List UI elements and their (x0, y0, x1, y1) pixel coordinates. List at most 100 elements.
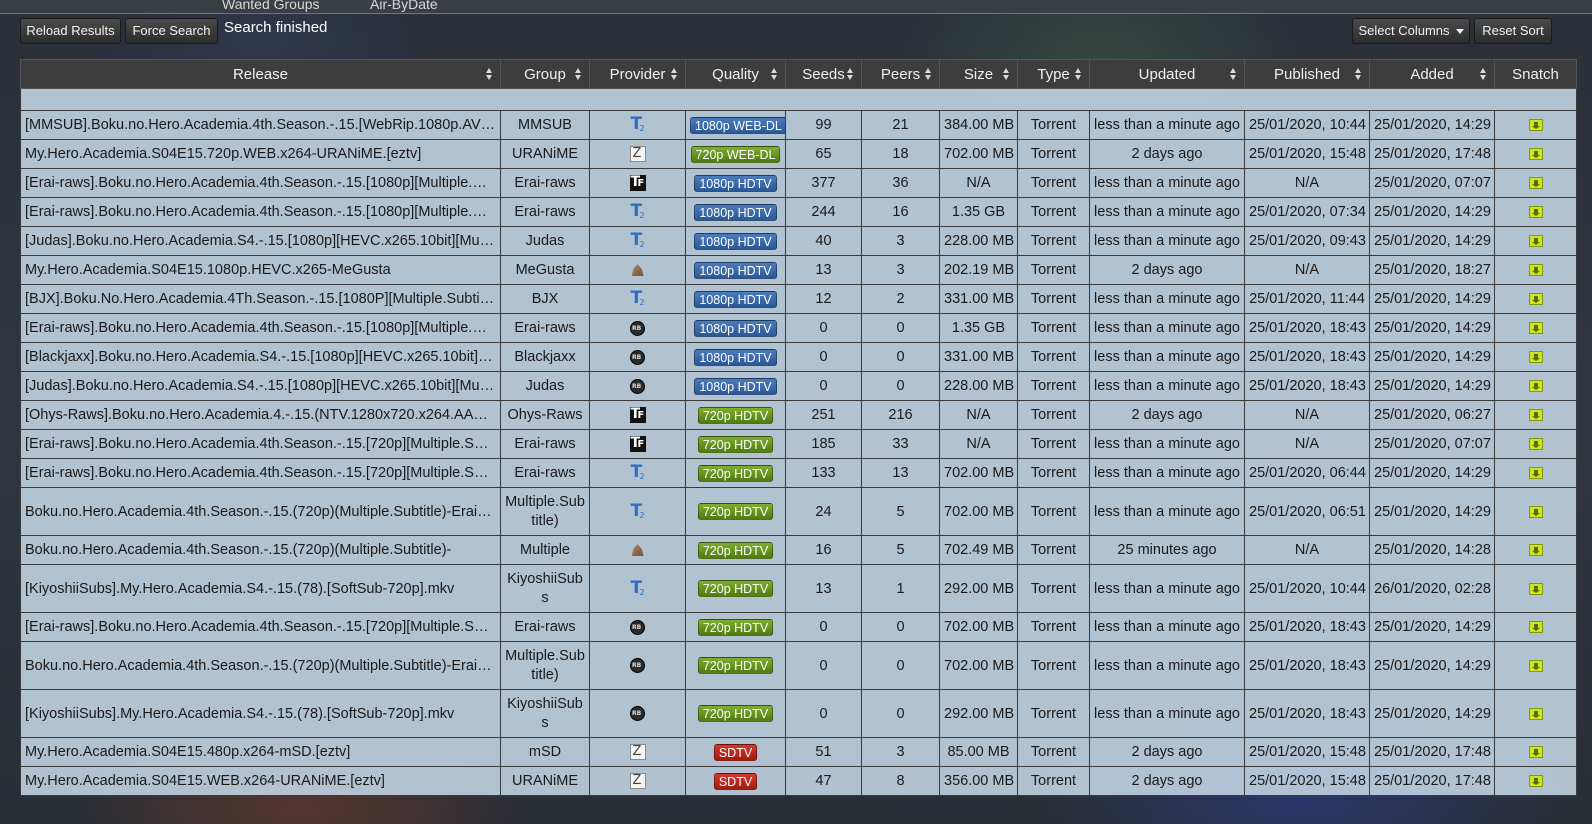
download-icon[interactable] (1528, 438, 1543, 451)
download-icon[interactable] (1528, 380, 1543, 393)
download-icon[interactable] (1528, 148, 1543, 161)
column-header-size[interactable]: Size (939, 59, 1018, 89)
download-icon[interactable] (1528, 235, 1543, 248)
quality-badge: 720p HDTV (697, 705, 774, 722)
download-icon[interactable] (1528, 707, 1543, 720)
size-cell: 331.00 MB (939, 284, 1018, 314)
release-name-link[interactable]: [Erai-raws].Boku.no.Hero.Academia.4th.Se… (20, 429, 501, 459)
release-name-link[interactable]: Boku.no.Hero.Academia.4th.Season.-.15.(7… (20, 641, 501, 690)
column-header-updated[interactable]: Updated (1089, 59, 1245, 89)
download-icon[interactable] (1528, 293, 1543, 306)
release-name-link[interactable]: My.Hero.Academia.S04E15.720p.WEB.x264-UR… (20, 139, 501, 169)
release-name-link[interactable]: My.Hero.Academia.S04E15.WEB.x264-URANiME… (20, 766, 501, 796)
download-icon[interactable] (1528, 351, 1543, 364)
nyaa-provider-icon (630, 114, 646, 134)
updated-cell: less than a minute ago (1089, 313, 1245, 343)
size-cell: 702.00 MB (939, 641, 1018, 690)
column-header-provider[interactable]: Provider (589, 59, 686, 89)
snatch-cell (1494, 400, 1577, 430)
provider-cell (589, 641, 686, 690)
published-cell: 25/01/2020, 10:44 (1244, 110, 1370, 140)
castle-provider-icon (630, 262, 646, 278)
type-cell: Torrent (1017, 110, 1090, 140)
reset-sort-button[interactable]: Reset Sort (1474, 18, 1552, 44)
peers-cell: 0 (861, 641, 940, 690)
release-name-link[interactable]: [Erai-raws].Boku.no.Hero.Academia.4th.Se… (20, 612, 501, 642)
reload-results-button[interactable]: Reload Results (20, 18, 121, 44)
download-icon[interactable] (1528, 621, 1543, 634)
published-cell: 25/01/2020, 18:43 (1244, 371, 1370, 401)
download-icon[interactable] (1528, 119, 1543, 132)
download-icon[interactable] (1528, 746, 1543, 759)
quality-badge: 720p HDTV (697, 541, 774, 559)
release-name-link[interactable]: [Judas].Boku.no.Hero.Academia.S4.-.15.[1… (20, 371, 501, 401)
column-header-published[interactable]: Published (1244, 59, 1370, 89)
column-header-peers[interactable]: Peers (861, 59, 940, 89)
download-icon[interactable] (1528, 544, 1543, 557)
download-icon[interactable] (1528, 505, 1543, 518)
quality-cell: 1080p HDTV (685, 371, 786, 401)
quality-badge: 1080p HDTV (694, 348, 777, 366)
release-name-link[interactable]: [Erai-raws].Boku.no.Hero.Academia.4th.Se… (20, 168, 501, 198)
column-header-label: Type (1037, 65, 1070, 83)
download-icon[interactable] (1528, 659, 1543, 672)
seeds-cell: 16 (785, 535, 862, 565)
type-cell: Torrent (1017, 168, 1090, 198)
table-row: [Erai-raws].Boku.no.Hero.Academia.4th.Se… (20, 168, 1577, 198)
download-icon[interactable] (1528, 177, 1543, 190)
download-icon[interactable] (1528, 264, 1543, 277)
column-header-quality[interactable]: Quality (685, 59, 786, 89)
sort-arrows-icon (575, 68, 582, 81)
download-icon[interactable] (1528, 467, 1543, 480)
release-name-link[interactable]: Boku.no.Hero.Academia.4th.Season.-.15.(7… (20, 535, 501, 565)
download-icon[interactable] (1528, 322, 1543, 335)
release-name-link[interactable]: [BJX].Boku.No.Hero.Academia.4Th.Season.-… (20, 284, 501, 314)
table-row: [Erai-raws].Boku.no.Hero.Academia.4th.Se… (20, 313, 1577, 343)
column-header-snatch[interactable]: Snatch (1494, 59, 1577, 89)
release-name-link[interactable]: [Ohys-Raws].Boku.no.Hero.Academia.4.-.15… (20, 400, 501, 430)
release-name-link[interactable]: My.Hero.Academia.S04E15.480p.x264-mSD.[e… (20, 737, 501, 767)
download-icon[interactable] (1528, 775, 1543, 788)
seeds-cell: 185 (785, 429, 862, 459)
release-name-link[interactable]: My.Hero.Academia.S04E15.1080p.HEVC.x265-… (20, 255, 501, 285)
quality-badge: 720p HDTV (697, 406, 774, 424)
snatch-cell (1494, 284, 1577, 314)
nyaa-provider-icon (630, 230, 646, 250)
release-name-link[interactable]: [Blackjaxx].Boku.no.Hero.Academia.S4.-.1… (20, 342, 501, 372)
column-header-release[interactable]: Release (20, 59, 501, 89)
updated-cell: less than a minute ago (1089, 342, 1245, 372)
published-cell: 25/01/2020, 18:43 (1244, 612, 1370, 642)
column-header-seeds[interactable]: Seeds (785, 59, 862, 89)
select-columns-dropdown[interactable]: Select Columns (1352, 18, 1470, 44)
table-row: [Erai-raws].Boku.no.Hero.Academia.4th.Se… (20, 458, 1577, 488)
search-status-text: Search finished (224, 19, 328, 36)
release-name-link[interactable]: [Erai-raws].Boku.no.Hero.Academia.4th.Se… (20, 197, 501, 227)
nav-item-wanted-groups[interactable]: Wanted Groups (222, 0, 320, 12)
release-name-link[interactable]: [MMSUB].Boku.no.Hero.Academia.4th.Season… (20, 110, 501, 140)
release-name-link[interactable]: [Judas].Boku.no.Hero.Academia.S4.-.15.[1… (20, 226, 501, 256)
zooqle-provider-icon (629, 146, 646, 163)
download-icon[interactable] (1528, 582, 1543, 595)
provider-cell (589, 429, 686, 459)
release-name-link[interactable]: [KiyoshiiSubs].My.Hero.Academia.S4.-.15.… (20, 564, 501, 613)
zooqle-provider-icon (629, 744, 646, 761)
quality-badge: 720p HDTV (697, 435, 774, 453)
release-name-link[interactable]: [Erai-raws].Boku.no.Hero.Academia.4th.Se… (20, 458, 501, 488)
download-icon[interactable] (1528, 409, 1543, 422)
published-cell: 25/01/2020, 11:44 (1244, 284, 1370, 314)
nav-item-air-bydate[interactable]: Air-ByDate (370, 0, 438, 12)
force-search-button[interactable]: Force Search (125, 18, 218, 44)
download-icon[interactable] (1528, 206, 1543, 219)
updated-cell: less than a minute ago (1089, 564, 1245, 613)
seeds-cell: 0 (785, 342, 862, 372)
column-header-type[interactable]: Type (1017, 59, 1090, 89)
seeds-cell: 0 (785, 689, 862, 738)
peers-cell: 3 (861, 255, 940, 285)
snatch-cell (1494, 197, 1577, 227)
column-header-group[interactable]: Group (500, 59, 590, 89)
release-name-link[interactable]: Boku.no.Hero.Academia.4th.Season.-.15.(7… (20, 487, 501, 536)
release-name-link[interactable]: [KiyoshiiSubs].My.Hero.Academia.S4.-.15.… (20, 689, 501, 738)
column-header-added[interactable]: Added (1369, 59, 1495, 89)
release-name-link[interactable]: [Erai-raws].Boku.no.Hero.Academia.4th.Se… (20, 313, 501, 343)
provider-cell (589, 689, 686, 738)
